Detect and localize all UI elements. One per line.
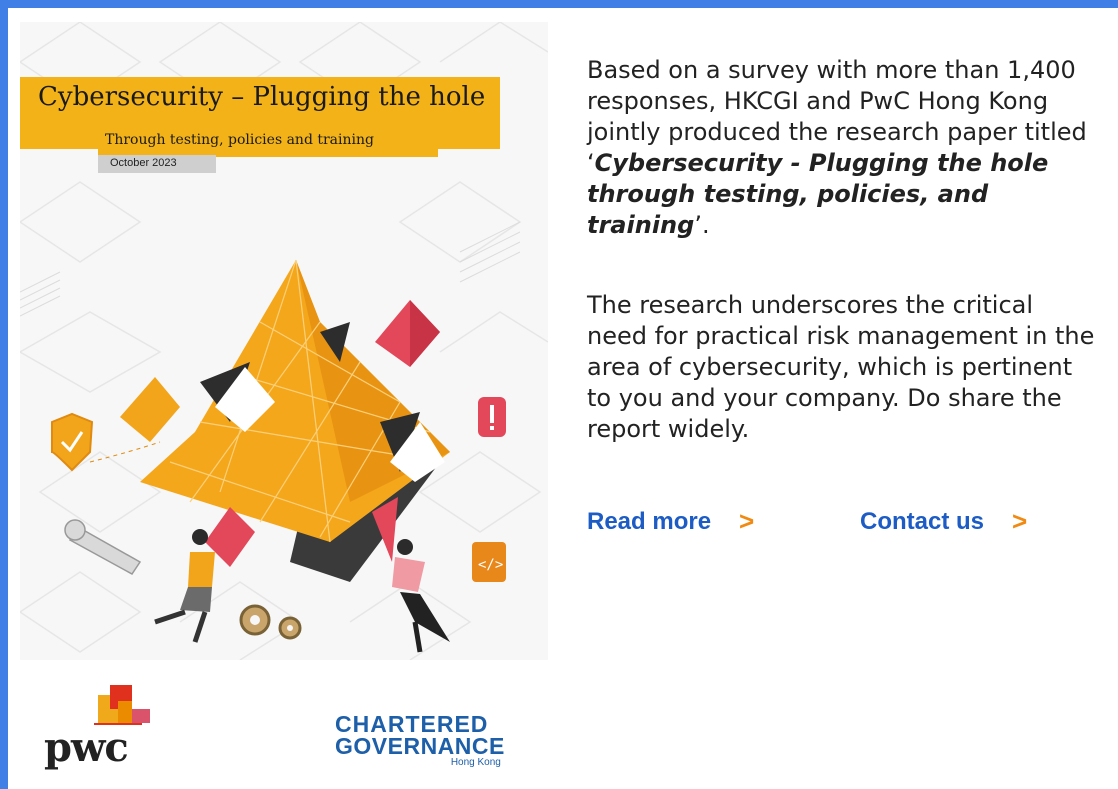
contact-us-link[interactable]: Contact us > [860,506,1027,537]
cover-date: October 2023 [110,157,177,169]
cg-logo-line1: CHARTERED [335,711,489,737]
cover-subtitle: Through testing, policies and training [105,132,374,148]
intro-text-end: ’. [694,211,710,239]
pwc-logo-mark [94,685,150,725]
chartered-governance-logo: CHARTERED GOVERNANCE Hong Kong [335,713,505,769]
contact-us-label: Contact us [860,507,985,535]
cover-title: Cybersecurity – Plugging the hole [38,82,486,112]
frame-top-border [0,0,1118,8]
cg-logo-line2: GOVERNANCE [335,733,505,759]
report-title-emphasis: Cybersecurity - Plugging the hole throug… [587,149,1049,239]
chevron-right-icon: > [1012,506,1028,536]
intro-paragraph: Based on a survey with more than 1,400 r… [587,55,1097,241]
wrench-icon [64,519,142,575]
warning-icon [478,397,506,437]
code-icon: </> [472,542,506,582]
body-paragraph: The research underscores the critical ne… [587,291,1095,443]
read-more-link[interactable]: Read more > [587,506,754,537]
read-more-label: Read more [587,507,712,535]
frame-left-border [0,0,8,789]
chevron-right-icon: > [739,506,755,536]
svg-text:</>: </> [478,557,503,573]
gear-icon [239,604,302,640]
pwc-wordmark: pwc [44,724,129,771]
